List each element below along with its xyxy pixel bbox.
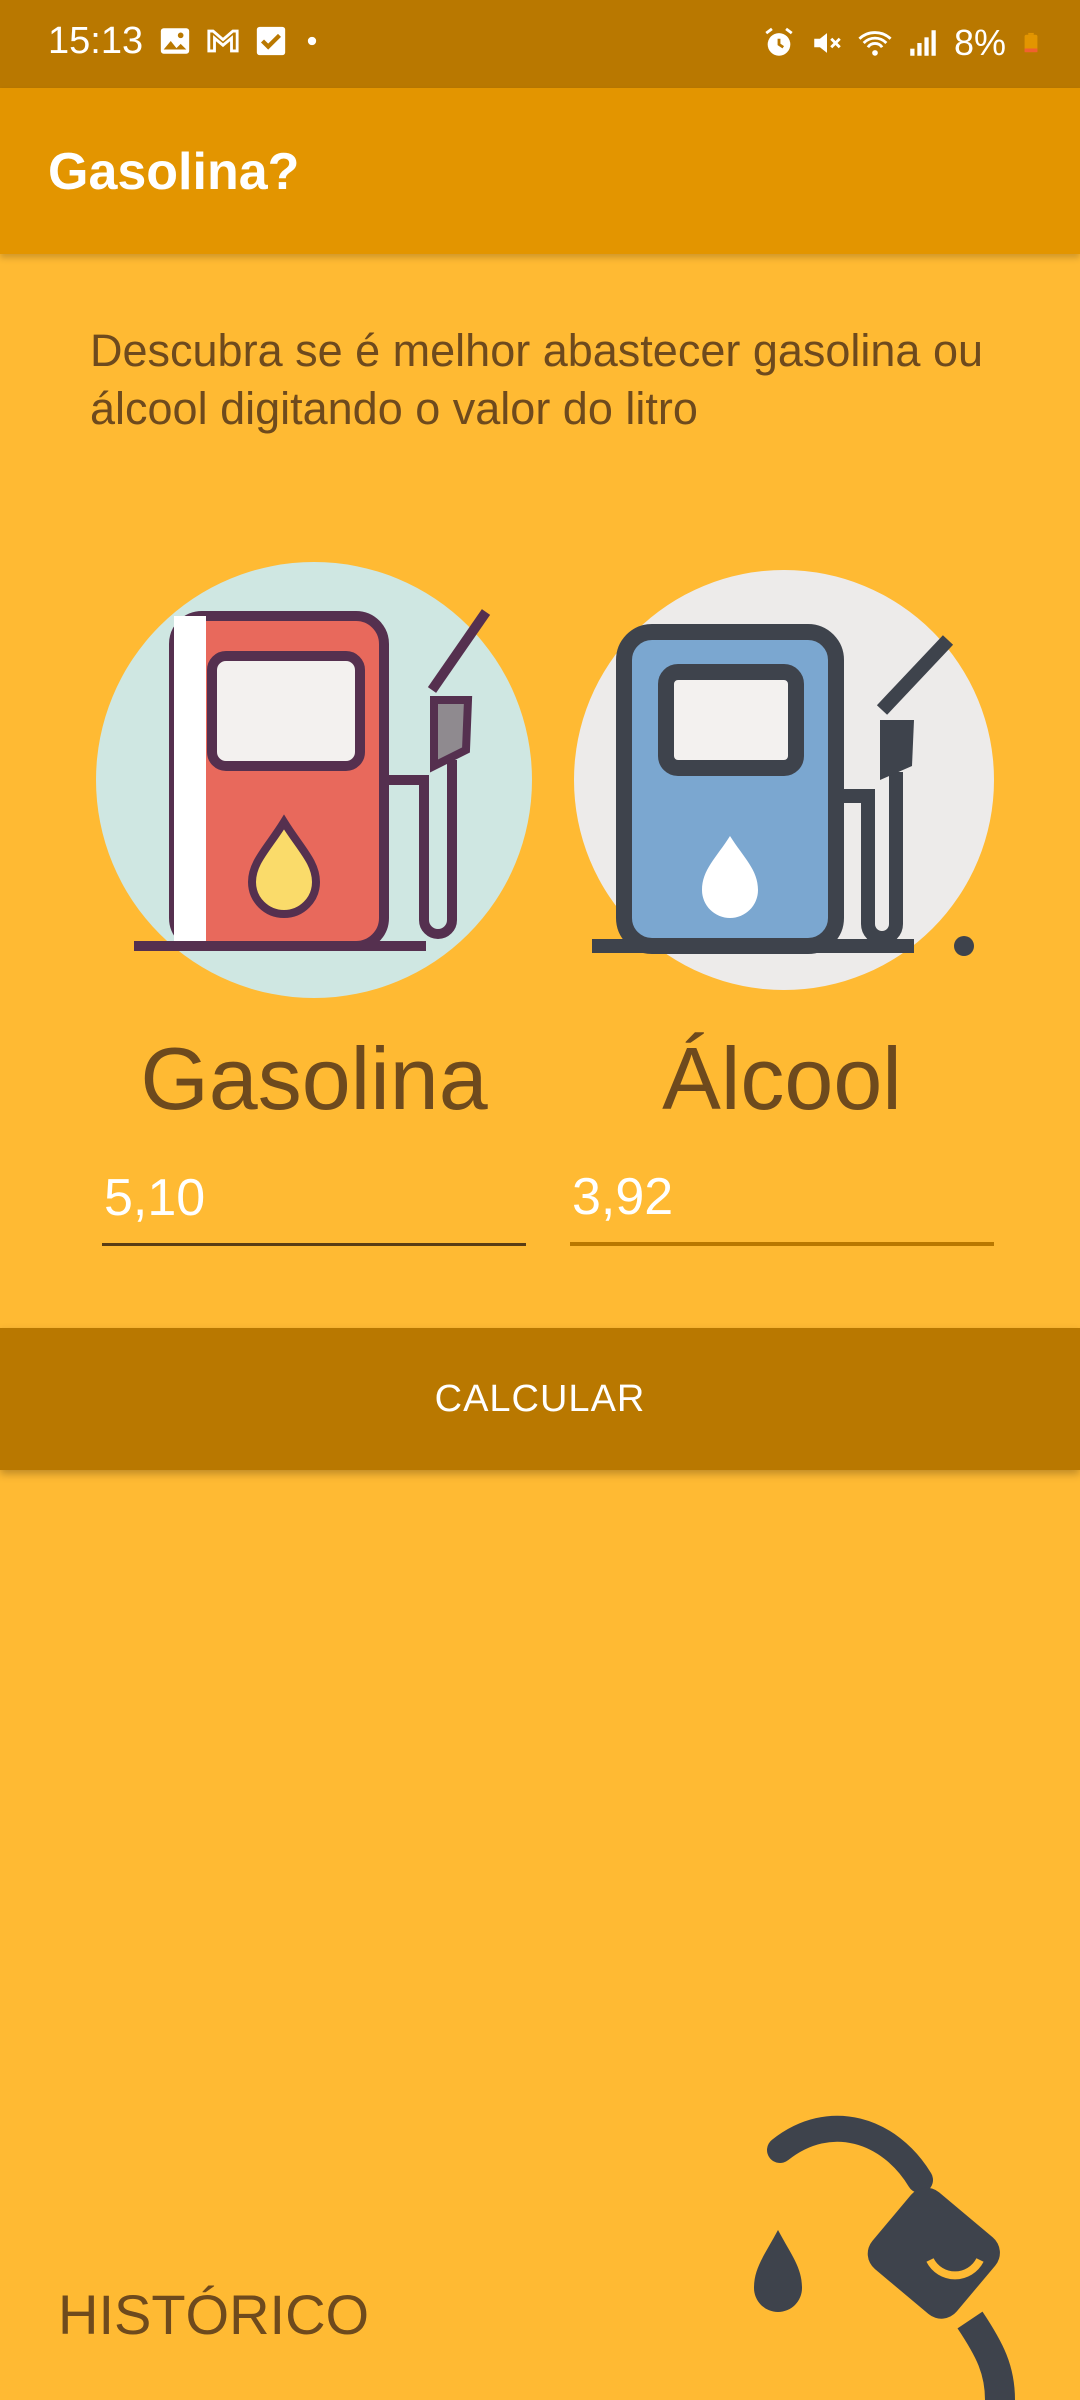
calculate-button[interactable]: CALCULAR bbox=[0, 1328, 1080, 1470]
fuel-nozzle-icon bbox=[754, 2115, 1015, 2400]
alarm-icon bbox=[765, 27, 793, 56]
status-time: 15:13 bbox=[48, 20, 144, 62]
gasolina-label: Gasolina bbox=[140, 1029, 488, 1128]
app-bar: Gasolina? bbox=[0, 88, 1080, 254]
signal-icon bbox=[910, 30, 936, 56]
status-bar: 15:13 8% bbox=[0, 0, 1080, 88]
battery-level: 8% bbox=[953, 22, 1006, 63]
alcool-label: Álcool bbox=[662, 1029, 902, 1128]
mute-icon bbox=[814, 33, 841, 53]
dot-icon bbox=[307, 36, 317, 46]
system-icons: 8% bbox=[762, 22, 1042, 64]
intro-text: Descubra se é melhor abastecer gasolina … bbox=[90, 325, 984, 434]
gasolina-price-input[interactable] bbox=[102, 1160, 526, 1246]
gas-pump-icon bbox=[96, 562, 532, 998]
check-box-icon bbox=[256, 26, 286, 56]
image-icon bbox=[160, 28, 190, 54]
gmail-icon bbox=[207, 29, 239, 53]
notification-icons bbox=[158, 24, 322, 58]
wifi-icon bbox=[858, 31, 892, 56]
alcool-price-input[interactable] bbox=[570, 1160, 994, 1246]
page-title: Gasolina? bbox=[48, 143, 300, 201]
gas-pump-icon bbox=[574, 570, 994, 990]
battery-icon bbox=[1024, 32, 1038, 53]
history-button[interactable]: HISTÓRICO bbox=[58, 2282, 369, 2347]
